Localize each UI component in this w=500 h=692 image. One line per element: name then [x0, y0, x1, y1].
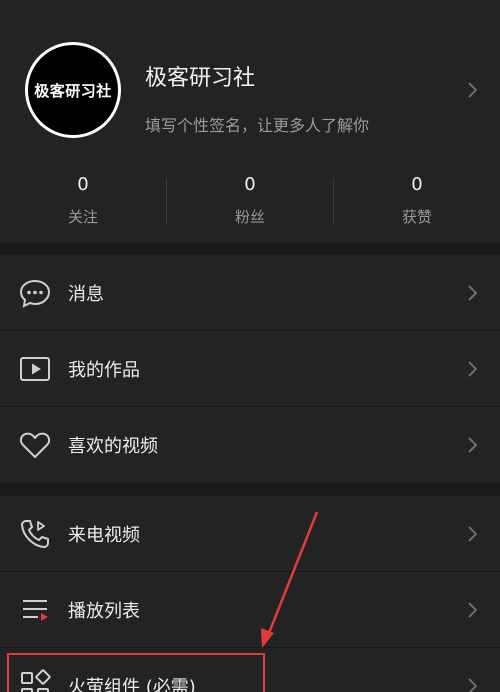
signature-prompt[interactable]: 填写个性签名，让更多人了解你 [145, 112, 369, 136]
stat-value: 0 [77, 174, 89, 195]
menu-item-playlist[interactable]: 播放列表 [0, 572, 500, 648]
menu-item-label: 喜欢的视频 [68, 436, 158, 457]
chevron-right-icon [468, 437, 478, 453]
stat-fans[interactable]: 0 粉丝 [167, 174, 333, 227]
message-bubble-icon [19, 279, 51, 308]
chevron-right-icon [468, 361, 478, 377]
menu-item-messages[interactable]: 消息 [0, 255, 500, 331]
avatar[interactable]: 极客研习社 [25, 42, 121, 138]
stat-label: 粉丝 [234, 208, 265, 226]
profile-header[interactable]: 极客研习社 极客研习社 填写个性签名，让更多人了解你 0 关注 0 粉丝 0 获… [0, 0, 500, 243]
chevron-right-icon [468, 678, 478, 692]
stat-value: 0 [244, 174, 256, 195]
menu-item-call-video[interactable]: 来电视频 [0, 496, 500, 572]
chevron-right-icon [468, 602, 478, 618]
menu-item-my-works[interactable]: 我的作品 [0, 331, 500, 407]
phone-video-icon [21, 520, 49, 548]
playlist-icon [23, 600, 48, 621]
stat-following[interactable]: 0 关注 [0, 174, 166, 227]
stat-likes[interactable]: 0 获赞 [334, 174, 500, 227]
username: 极客研习社 [145, 66, 256, 91]
menu-group-primary: 消息 我的作品 喜欢的视频 [0, 255, 500, 483]
avatar-text: 极客研习社 [34, 81, 112, 100]
stat-value: 0 [411, 174, 423, 195]
menu-item-label: 播放列表 [68, 601, 140, 622]
menu-item-label: 我的作品 [68, 360, 140, 381]
stat-label: 关注 [67, 208, 98, 226]
chevron-right-icon [468, 285, 478, 301]
chevron-right-icon [468, 526, 478, 542]
menu-item-liked-videos[interactable]: 喜欢的视频 [0, 407, 500, 483]
chevron-right-icon[interactable] [464, 80, 480, 100]
menu-item-label: 来电视频 [68, 525, 140, 546]
stat-label: 获赞 [401, 208, 432, 226]
menu-item-label: 消息 [68, 284, 104, 305]
annotation-highlight-box [7, 653, 265, 692]
play-video-icon [20, 357, 50, 381]
heart-icon [19, 432, 51, 458]
